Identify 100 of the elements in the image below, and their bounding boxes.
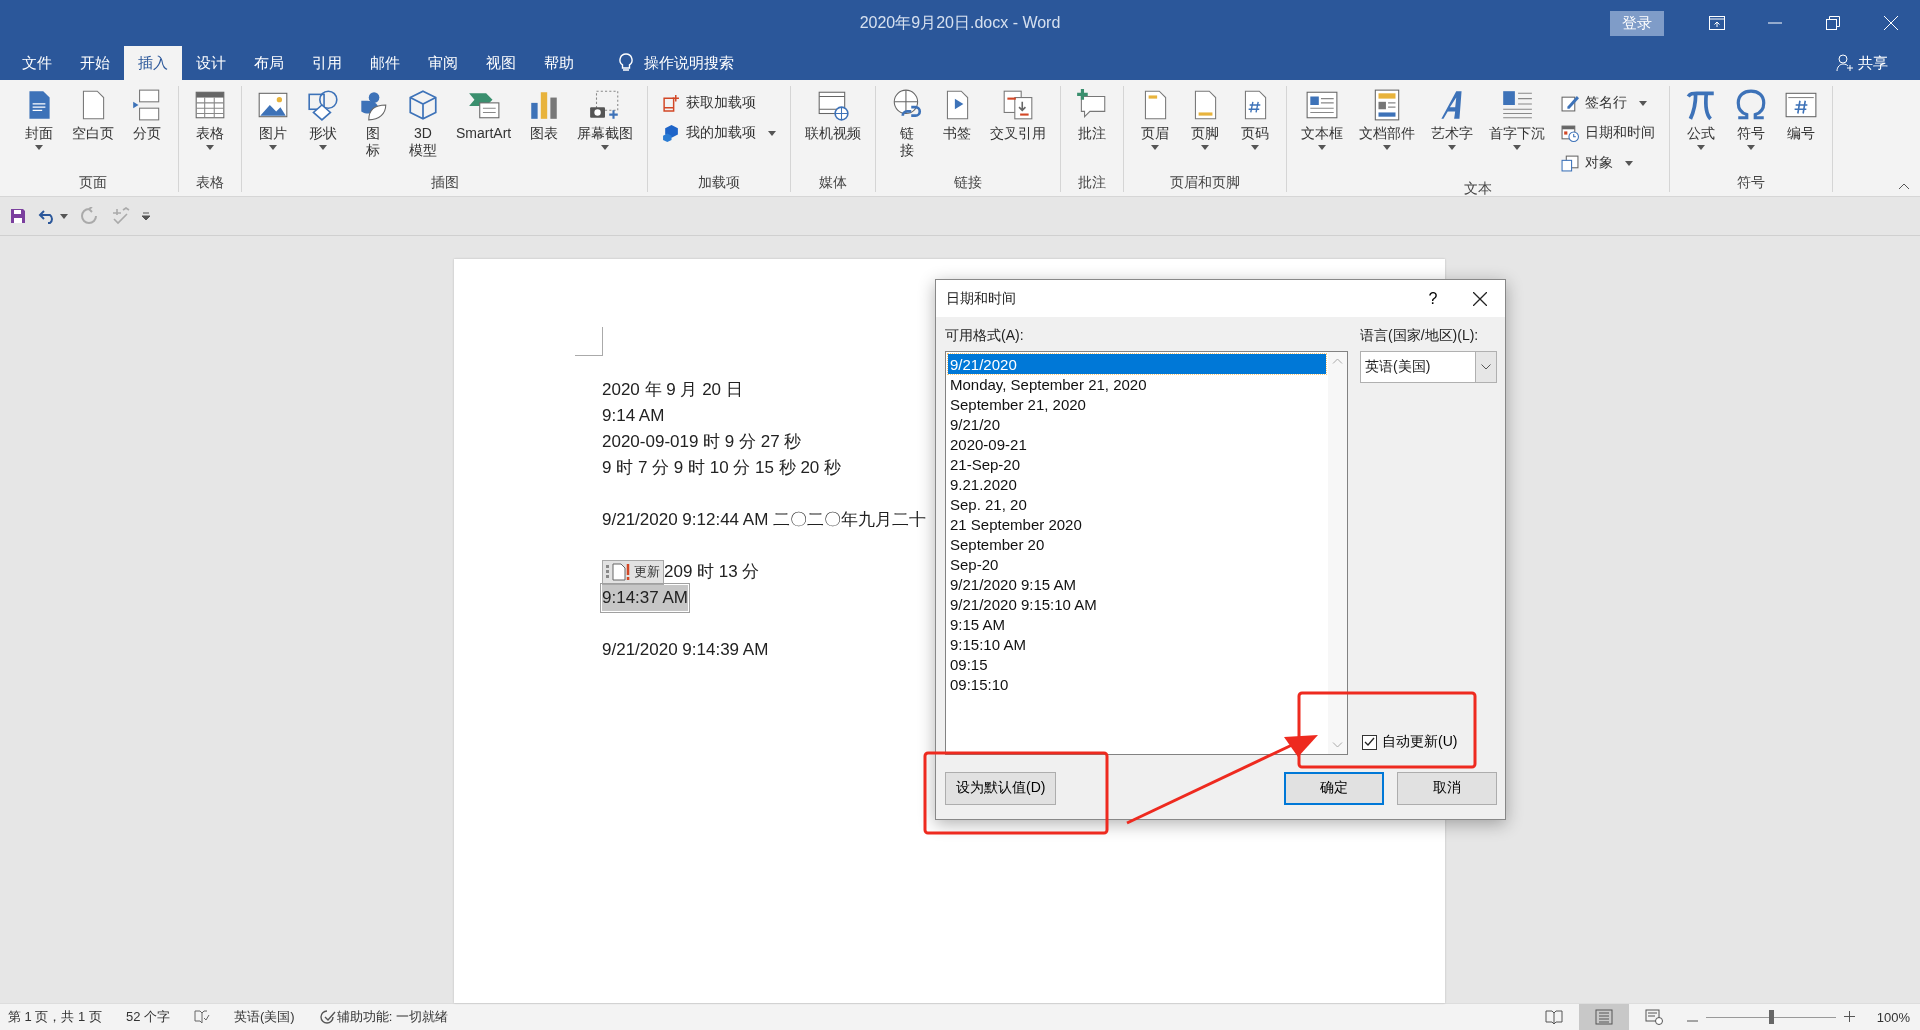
collapse-ribbon-icon[interactable] (1898, 183, 1910, 190)
page-count[interactable]: 第 1 页，共 1 页 (8, 1008, 102, 1026)
ribbon-button[interactable]: 图标 (348, 86, 398, 161)
ribbon-button[interactable]: SmartArt (448, 86, 520, 144)
format-option[interactable]: 21 September 2020 (948, 514, 1326, 534)
ribbon-tab[interactable]: 插入 (124, 46, 182, 80)
caret-icon (206, 145, 214, 150)
caret-icon (35, 145, 43, 150)
ribbon-tab[interactable]: 视图 (472, 46, 530, 80)
save-button[interactable] (10, 208, 26, 224)
customize-toolbar-button[interactable] (142, 212, 150, 220)
format-option[interactable]: 2020-09-21 (948, 434, 1326, 454)
ribbon-button[interactable]: 形状 (298, 86, 348, 152)
ribbon-button[interactable]: 批注 (1067, 86, 1118, 144)
ribbon-button[interactable]: 书签 (932, 86, 983, 144)
language-indicator[interactable]: 英语(美国) (234, 1008, 295, 1026)
format-option[interactable]: Monday, September 21, 2020 (948, 374, 1326, 394)
caret-icon (1318, 145, 1327, 150)
caret-icon (1251, 145, 1260, 150)
ribbon-button[interactable]: 符号 (1726, 86, 1777, 152)
format-option[interactable]: 9/21/2020 9:15 AM (948, 574, 1326, 594)
format-option[interactable]: Sep-20 (948, 554, 1326, 574)
ribbon-button[interactable]: 屏幕截图 (569, 86, 642, 152)
accessibility-status[interactable]: 辅助功能: 一切就绪 (336, 1008, 448, 1026)
tell-me-search[interactable]: 操作说明搜索 (612, 46, 740, 80)
ribbon-button[interactable]: 图片 (248, 86, 298, 152)
dialog-title: 日期和时间 (946, 289, 1017, 308)
grip-icon (606, 565, 610, 579)
checkbox[interactable] (1362, 734, 1377, 750)
ribbon-button[interactable]: 页脚 (1180, 86, 1231, 152)
window-title: 2020年9月20日.docx - Word (859, 13, 1061, 31)
ribbon-button[interactable]: 链接 (882, 86, 933, 161)
ribbon-button[interactable]: 公式 (1676, 86, 1727, 152)
ribbon-button[interactable]: 页码 (1230, 86, 1281, 152)
format-option[interactable]: Sep. 21, 20 (948, 494, 1326, 514)
ribbon-button[interactable]: 对象 (1557, 150, 1660, 176)
ribbon-button[interactable]: 文本框 (1293, 86, 1352, 152)
language-dropdown[interactable]: 英语(美国) (1360, 351, 1497, 383)
ribbon-button[interactable]: 编号 (1776, 86, 1827, 144)
ribbon-button[interactable]: 文档部件 (1351, 86, 1424, 152)
format-option[interactable]: 9:15 AM (948, 614, 1326, 634)
word-count[interactable]: 52 个字 (125, 1008, 170, 1026)
ribbon-button[interactable]: 3D 模型 (398, 86, 448, 161)
format-option[interactable]: 9/21/2020 (948, 354, 1326, 374)
format-option[interactable]: 09:15 (948, 654, 1326, 674)
ribbon-button[interactable]: 空白页 (64, 86, 122, 144)
ribbon-button[interactable]: 签名行 (1557, 90, 1660, 116)
minimize-icon (1768, 22, 1782, 24)
share-button[interactable]: 共享 (1830, 46, 1894, 80)
ribbon-tab[interactable]: 审阅 (414, 46, 472, 80)
cancel-button[interactable]: 取消 (1397, 771, 1497, 805)
format-option[interactable]: 21-Sep-20 (948, 454, 1326, 474)
format-option[interactable]: 9:15:10 AM (948, 634, 1326, 654)
ribbon-button[interactable]: 联机视频 (797, 86, 870, 144)
document-text: 9 时 7 分 9 时 10 分 15 秒 20 秒 (602, 457, 842, 479)
chevron-down-icon (1481, 364, 1491, 370)
caret-icon (1448, 145, 1457, 150)
ribbon-button[interactable]: 页眉 (1130, 86, 1181, 152)
caret-icon (1513, 145, 1522, 150)
ribbon-tab[interactable]: 开始 (66, 46, 124, 80)
ribbon-button[interactable]: 交叉引用 (982, 86, 1055, 144)
format-option[interactable]: September 21, 2020 (948, 394, 1326, 414)
ribbon-tab[interactable]: 帮助 (530, 46, 588, 80)
ribbon-button[interactable]: 日期和时间 (1557, 120, 1660, 146)
group-label: 链接 (953, 174, 984, 192)
ribbon-button[interactable]: 获取加载项 (658, 90, 781, 116)
auto-update-checkbox[interactable]: 自动更新(U) (1362, 733, 1497, 751)
document-text: 9:14 AM (602, 405, 665, 427)
set-default-button[interactable]: 设为默认值(D) (945, 771, 1057, 805)
ribbon-tab[interactable]: 设计 (182, 46, 240, 80)
ribbon-button[interactable]: 表格 (185, 86, 235, 152)
ribbon-button[interactable]: 分页 (122, 86, 172, 144)
ribbon-button[interactable]: 封面 (14, 86, 64, 152)
ribbon-tab[interactable]: 引用 (298, 46, 356, 80)
format-option[interactable]: 09:15:10 (948, 674, 1326, 694)
caret-icon (1625, 160, 1634, 166)
accessibility-icon[interactable] (318, 1009, 337, 1025)
help-button[interactable]: ? (1411, 288, 1455, 309)
ribbon-button[interactable]: 首字下沉 (1481, 86, 1554, 152)
group-label: 媒体 (818, 174, 849, 192)
ribbon-button[interactable]: 图表 (519, 86, 570, 144)
cube-icon (406, 88, 440, 122)
caret-icon (1383, 145, 1392, 150)
format-option[interactable]: 9.21.2020 (948, 474, 1326, 494)
ok-button[interactable]: 确定 (1284, 771, 1384, 805)
ribbon-tab[interactable]: 布局 (240, 46, 298, 80)
zoom-slider-thumb[interactable] (1768, 1010, 1774, 1024)
format-option[interactable]: 9/21/20 (948, 414, 1326, 434)
format-option[interactable]: 9/21/2020 9:15:10 AM (948, 594, 1326, 614)
formats-list[interactable] (945, 351, 1348, 755)
ribbon-button[interactable]: 我的加载项 (658, 120, 781, 146)
ribbon-button[interactable]: 艺术字 (1423, 86, 1482, 152)
zoom-level[interactable]: 100% (1876, 1009, 1910, 1025)
undo-button[interactable] (38, 208, 68, 224)
format-option[interactable]: September 20 (948, 534, 1326, 554)
proofing-book-icon[interactable] (194, 1010, 210, 1024)
ribbon-tab[interactable]: 文件 (8, 46, 66, 80)
update-field-button[interactable]: 更新 (602, 559, 664, 585)
formats-label: 可用格式(A): (945, 327, 1025, 345)
ribbon-tab[interactable]: 邮件 (356, 46, 414, 80)
